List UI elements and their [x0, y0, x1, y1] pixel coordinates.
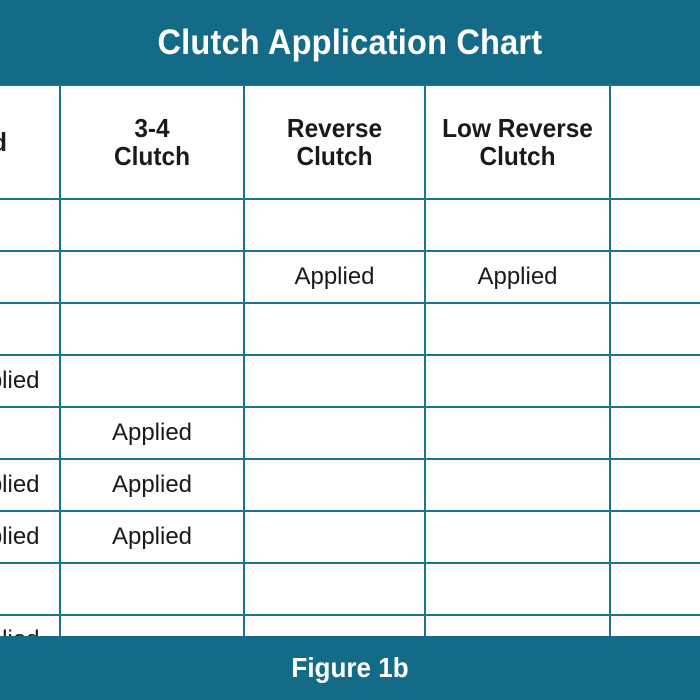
table-cell: [424, 458, 611, 513]
table-header-row: d 3-4 Clutch Reverse Clutch Low Reverse …: [0, 84, 700, 201]
column-header-0-label: d: [0, 128, 55, 156]
table-cell: [609, 510, 700, 565]
table-cell: [59, 198, 245, 253]
table-row: Applied: [0, 406, 700, 461]
table-cell: [609, 614, 700, 636]
table-cell: Applied: [59, 510, 245, 565]
column-header-3-4-clutch: 3-4 Clutch: [64, 84, 240, 201]
table-cell: [609, 198, 700, 253]
table-cell: Applied: [0, 354, 61, 409]
clutch-application-table: d 3-4 Clutch Reverse Clutch Low Reverse …: [0, 84, 700, 636]
table-cell: Applied: [0, 458, 61, 513]
table-cell: [59, 354, 245, 409]
table-cell: Applied: [59, 458, 245, 513]
column-header-3-label: Low Reverse Clutch: [442, 113, 593, 172]
table-cell: [609, 250, 700, 305]
table-cell: [424, 562, 611, 617]
table-cell: [609, 458, 700, 513]
table-cell: [0, 302, 61, 357]
column-header-reverse-clutch: Reverse Clutch: [248, 84, 421, 201]
figure-caption: Figure 1b: [291, 652, 409, 683]
table-body: Applied Applied Hold Applied: [0, 198, 700, 636]
table-cell: Applied: [0, 614, 61, 636]
figure-title-bar: Clutch Application Chart: [0, 0, 700, 84]
table-cell: [424, 510, 611, 565]
table-cell: [243, 302, 426, 357]
table-row: Applied Applied: [0, 250, 700, 305]
table-cell: [59, 614, 245, 636]
table-row: Applied: [0, 354, 700, 409]
table-cell: [424, 198, 611, 253]
table-row: Applied Applied: [0, 510, 700, 565]
table-cell: Applied: [424, 250, 611, 305]
table-cell: [424, 614, 611, 636]
table-cell: [59, 250, 245, 305]
column-header-2-label: Reverse Clutch: [286, 113, 383, 172]
column-header-0: d: [0, 84, 58, 201]
table-cell: [243, 458, 426, 513]
table-cell: [424, 302, 611, 357]
table-cell: [243, 354, 426, 409]
figure-title: Clutch Application Chart: [157, 22, 543, 62]
clutch-application-figure: Clutch Application Chart d 3-4 Clutch Re…: [0, 0, 700, 700]
table-cell: [0, 562, 61, 617]
table-row: Hold: [0, 562, 700, 617]
table-viewport: d 3-4 Clutch Reverse Clutch Low Reverse …: [0, 84, 700, 636]
table-cell: [0, 250, 61, 305]
table-cell: [243, 406, 426, 461]
table-cell: Applied: [0, 510, 61, 565]
table-row: Hold: [0, 302, 700, 357]
column-header-4: Lo Sp: [617, 84, 700, 201]
table-cell: [243, 562, 426, 617]
table-cell: [243, 198, 426, 253]
table-cell: Hold: [609, 302, 700, 357]
table-row: Applied Applied: [0, 458, 700, 513]
table-cell: Hold: [609, 562, 700, 617]
table-cell: [243, 614, 426, 636]
table-cell: [0, 406, 61, 461]
table-cell: Applied: [243, 250, 426, 305]
table-cell: Applied: [59, 406, 245, 461]
table-header: d 3-4 Clutch Reverse Clutch Low Reverse …: [0, 84, 700, 201]
table-row: [0, 198, 700, 253]
column-header-1-label: 3-4 Clutch: [113, 113, 191, 172]
table-cell: [59, 302, 245, 357]
table-cell: [0, 198, 61, 253]
column-header-low-reverse-clutch: Low Reverse Clutch: [429, 84, 606, 201]
table-cell: [424, 406, 611, 461]
table-row: Applied: [0, 614, 700, 636]
table-cell: [424, 354, 611, 409]
table-cell: [609, 406, 700, 461]
table-cell: [59, 562, 245, 617]
column-header-4-label: Lo Sp: [619, 114, 700, 170]
figure-footer-bar: Figure 1b: [0, 636, 700, 700]
table-cell: [243, 510, 426, 565]
table-cell: [609, 354, 700, 409]
